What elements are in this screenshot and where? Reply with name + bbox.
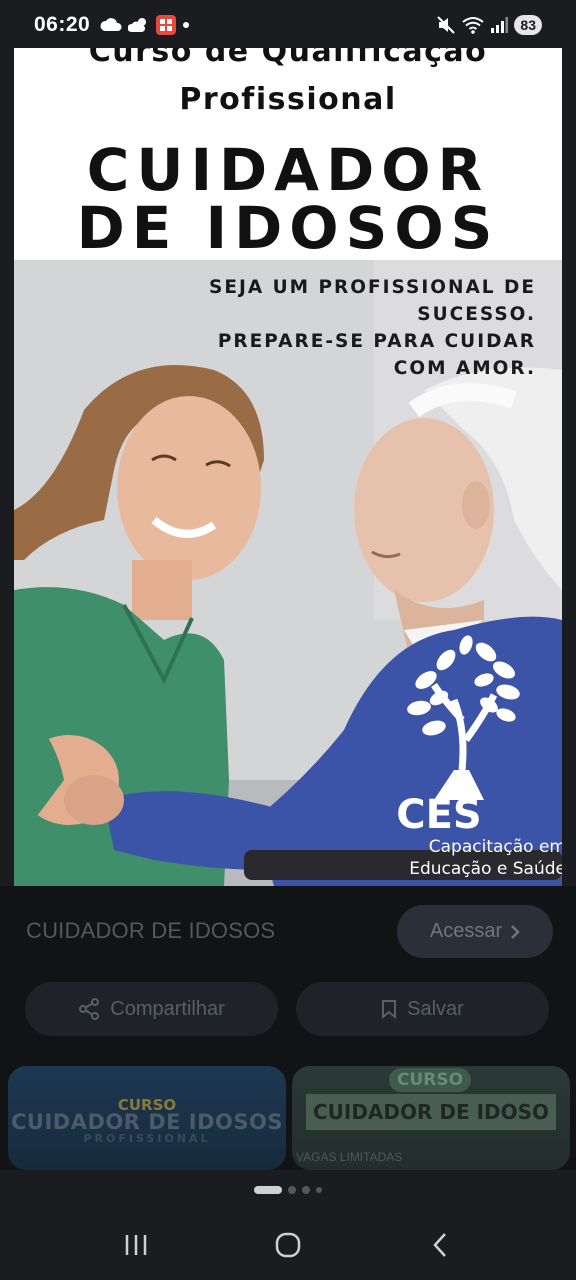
status-time: 06:20: [34, 13, 91, 36]
status-right-icons: 83: [436, 15, 542, 35]
poster-tagline: SEJA UM PROFISSIONAL DE SUCESSO. PREPARE…: [209, 274, 536, 382]
access-button[interactable]: Acessar: [397, 905, 553, 958]
tagline-line: PREPARE-SE PARA CUIDAR: [217, 331, 536, 352]
mute-icon: [437, 16, 456, 34]
poster-subtitle-line1: Curso de Qualificação: [88, 48, 488, 69]
cloud-icon: [100, 18, 122, 31]
back-button[interactable]: [410, 1220, 470, 1270]
wifi-icon: [462, 17, 485, 34]
save-button[interactable]: Salvar: [296, 982, 549, 1036]
ces-logo-caption: Capacitação em Educação e Saúde: [366, 836, 562, 880]
share-button-label: Compartilhar: [110, 997, 225, 1020]
pin-details-sheet: CUIDADOR DE IDOSOS Acessar Compartilhar …: [0, 886, 576, 1170]
ces-logo-text: CES: [396, 792, 482, 838]
ces-logo: CES Capacitação em Educação e Saúde: [374, 622, 562, 882]
related-pin-card[interactable]: CURSO CUIDADOR DE IDOSO VAGAS LIMITADAS: [292, 1066, 570, 1170]
poster-title-line2: DE IDOSOS: [76, 194, 500, 262]
tagline-line: SEJA UM PROFISSIONAL DE: [209, 277, 536, 298]
poster-title-line1: CUIDADOR: [86, 136, 490, 204]
ces-caption-line1: Capacitação em: [428, 837, 562, 857]
poster-subtitle-line2: Profissional: [179, 82, 397, 117]
related-pin-badge: CURSO: [389, 1068, 471, 1092]
battery-badge: 83: [514, 15, 542, 35]
pin-title: CUIDADOR DE IDOSOS: [26, 918, 276, 943]
related-pin-strip: VAGAS LIMITADAS: [296, 1150, 403, 1164]
related-pin-card[interactable]: CURSO CUIDADOR DE IDOSOS PROFISSIONAL: [8, 1066, 286, 1170]
save-button-label: Salvar: [407, 997, 464, 1020]
system-nav-bar: [0, 1210, 576, 1280]
cloud-sun-icon: [128, 18, 147, 32]
dot-icon: [183, 22, 190, 28]
related-pin-title: CUIDADOR DE IDOSOS: [10, 1110, 283, 1134]
tagline-line: SUCESSO.: [417, 304, 536, 325]
recent-apps-icon: [125, 1235, 147, 1255]
recent-apps-button[interactable]: [106, 1220, 166, 1270]
poster-header: Curso de Qualificação Profissional CUIDA…: [14, 48, 562, 260]
related-pin-title: CUIDADOR DE IDOSO: [306, 1094, 556, 1130]
app-notification-icon: [156, 15, 177, 35]
share-icon: [79, 998, 100, 1020]
page-indicator: [0, 1170, 576, 1210]
poster-photo: SEJA UM PROFISSIONAL DE SUCESSO. PREPARE…: [14, 260, 562, 886]
tagline-line: COM AMOR.: [393, 358, 536, 379]
page-dot: [316, 1187, 322, 1193]
page-dot: [288, 1186, 296, 1194]
signal-icon: [491, 17, 509, 33]
status-left-icons: [100, 15, 190, 35]
share-button[interactable]: Compartilhar: [25, 982, 278, 1036]
bookmark-icon: [382, 1000, 397, 1019]
status-bar: 06:20 83: [0, 0, 576, 50]
access-button-label: Acessar: [429, 920, 503, 942]
chevron-right-icon: [511, 924, 520, 939]
course-poster-image[interactable]: Curso de Qualificação Profissional CUIDA…: [14, 48, 562, 886]
page-dot-active: [254, 1186, 282, 1194]
home-button[interactable]: [258, 1220, 318, 1270]
ces-caption-line2: Educação e Saúde: [409, 859, 562, 879]
home-icon: [275, 1232, 301, 1258]
related-pin-subtitle: PROFISSIONAL: [83, 1132, 211, 1145]
screen: 06:20 83 Curso de Qualificação Profissio…: [0, 0, 576, 1280]
page-dot: [302, 1186, 310, 1194]
back-icon: [433, 1233, 446, 1257]
